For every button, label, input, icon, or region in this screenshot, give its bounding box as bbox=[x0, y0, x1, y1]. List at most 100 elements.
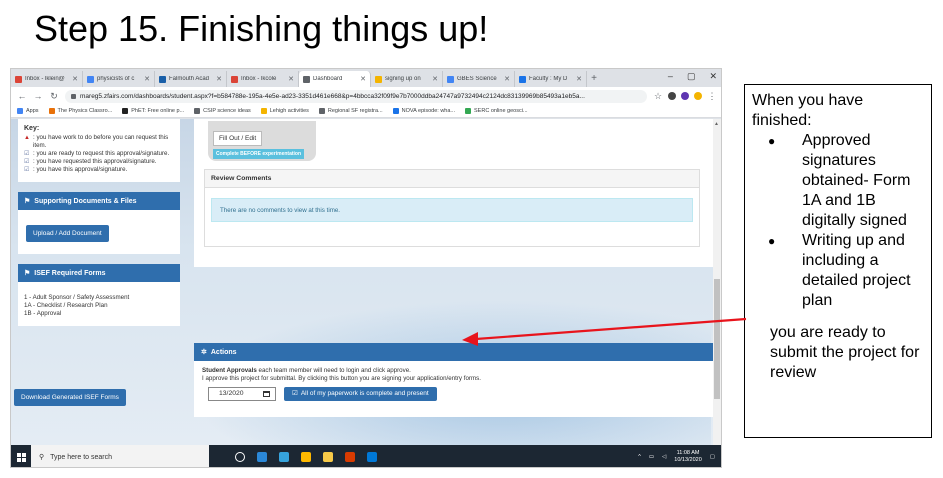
taskbar-app-icon[interactable] bbox=[235, 452, 245, 462]
close-window-icon[interactable]: ✕ bbox=[709, 71, 717, 82]
tab-label: Inbox - lklein@ bbox=[25, 76, 65, 82]
lock-icon bbox=[71, 93, 76, 99]
volume-icon[interactable]: ◁ bbox=[662, 454, 666, 460]
taskbar-app-icon[interactable] bbox=[257, 452, 267, 462]
taskbar-app-icon[interactable] bbox=[323, 452, 333, 462]
checkbox-icon: ☑ bbox=[24, 167, 30, 173]
taskbar-app-icon[interactable] bbox=[367, 452, 377, 462]
review-comments-empty: There are no comments to view at this ti… bbox=[211, 198, 693, 222]
forms-card: Fill Out / Edit Complete BEFORE experime… bbox=[194, 119, 716, 267]
network-icon[interactable]: ▭ bbox=[649, 454, 654, 460]
notifications-icon[interactable]: ▢ bbox=[710, 454, 715, 460]
paperwork-complete-button[interactable]: ☑ All of my paperwork is complete and pre… bbox=[284, 387, 437, 401]
fill-out-edit-button[interactable]: Fill Out / Edit bbox=[213, 131, 263, 146]
tab-close-icon[interactable]: ✕ bbox=[216, 75, 222, 83]
tray-chevron-icon[interactable]: ^ bbox=[638, 454, 641, 460]
isef-form-item[interactable]: 1 - Adult Sponsor / Safety Assessment bbox=[24, 294, 174, 302]
browser-tab[interactable]: signing up on ✕ bbox=[371, 71, 443, 87]
new-tab-button[interactable]: + bbox=[587, 71, 601, 87]
url-text: mareg5.zfairs.com/dashboards/student.asp… bbox=[80, 92, 585, 100]
menu-icon[interactable]: ⋮ bbox=[707, 91, 717, 102]
extension-icons: ☆ ⋮ bbox=[653, 91, 717, 102]
bookmark-label: Lehigh activities bbox=[269, 108, 309, 114]
calendar-icon[interactable] bbox=[263, 391, 270, 397]
browser-tab[interactable]: Inbox - lklein@ ✕ bbox=[11, 71, 83, 87]
star-icon[interactable]: ☆ bbox=[653, 91, 663, 102]
tab-close-icon[interactable]: ✕ bbox=[504, 75, 510, 83]
right-column: Fill Out / Edit Complete BEFORE experime… bbox=[194, 119, 716, 417]
supporting-docs-title: Supporting Documents & Files bbox=[34, 197, 137, 205]
isef-form-item[interactable]: 1B - Approval bbox=[24, 310, 174, 318]
complete-before-badge: Complete BEFORE experimentation bbox=[213, 149, 305, 159]
scrollbar-thumb[interactable] bbox=[714, 279, 720, 399]
browser-tab[interactable]: Inbox - lkcole ✕ bbox=[227, 71, 299, 87]
review-comments: Review Comments There are no comments to… bbox=[204, 169, 700, 247]
bookmark-item[interactable]: Regional SF registra... bbox=[318, 108, 383, 114]
callout-bullet: Writing up and including a detailed proj… bbox=[752, 231, 925, 311]
tab-strip: Inbox - lklein@ ✕ physicists of c ✕ Falmouth… bbox=[11, 69, 721, 87]
tab-close-icon[interactable]: ✕ bbox=[144, 75, 150, 83]
bookmark-favicon-icon bbox=[17, 108, 23, 114]
edit-icon: ☑ bbox=[24, 151, 30, 157]
browser-tab[interactable]: Dashboard ✕ bbox=[299, 71, 371, 87]
key-box: Key: ▲: you have work to do before you c… bbox=[18, 119, 180, 182]
url-input[interactable]: mareg5.zfairs.com/dashboards/student.asp… bbox=[65, 89, 647, 103]
tab-label: Inbox - lkcole bbox=[241, 76, 277, 82]
bookmark-item[interactable]: PhET: Free online p... bbox=[122, 108, 184, 114]
fill-out-card: Fill Out / Edit Complete BEFORE experime… bbox=[208, 121, 316, 161]
bookmark-item[interactable]: Lehigh activities bbox=[260, 108, 309, 114]
address-bar: ← → ↻ mareg5.zfairs.com/dashboards/stude… bbox=[11, 87, 721, 105]
bookmark-item[interactable]: NOVA episode: wha... bbox=[392, 108, 455, 114]
taskbar-app-icon[interactable] bbox=[345, 452, 355, 462]
clock-date: 10/13/2020 bbox=[674, 457, 702, 463]
tab-close-icon[interactable]: ✕ bbox=[576, 75, 582, 83]
browser-tab[interactable]: GBES Science ✕ bbox=[443, 71, 515, 87]
windows-start-button[interactable] bbox=[11, 445, 31, 467]
page-scrollbar[interactable]: ▲ bbox=[713, 119, 721, 445]
dashboard-page: Key: ▲: you have work to do before you c… bbox=[11, 119, 721, 445]
tab-label: signing up on bbox=[385, 76, 421, 82]
system-tray: ^ ▭ ◁ 11:08 AM 10/13/2020 ▢ bbox=[638, 450, 721, 464]
supporting-docs-body: Upload / Add Document bbox=[18, 210, 180, 254]
supporting-docs-panel: ⚑ Supporting Documents & Files Upload / A… bbox=[18, 192, 180, 254]
approval-row: 13/2020 ☑ All of my paperwork is complete… bbox=[208, 387, 708, 401]
download-isef-forms-button[interactable]: Download Generated ISEF Forms bbox=[14, 389, 126, 406]
callout-intro: When you have finished: bbox=[752, 92, 864, 129]
maximize-icon[interactable]: ▢ bbox=[687, 71, 696, 82]
bookmark-label: Regional SF registra... bbox=[327, 108, 383, 114]
key-item-text: : you are ready to request this approval… bbox=[33, 150, 170, 157]
tab-close-icon[interactable]: ✕ bbox=[288, 75, 294, 83]
back-icon[interactable]: ← bbox=[17, 91, 27, 101]
tab-label: Dashboard bbox=[313, 76, 343, 82]
taskbar-search[interactable]: ⚲ Type here to search bbox=[31, 445, 209, 467]
forward-icon[interactable]: → bbox=[33, 91, 43, 101]
bookmark-favicon-icon bbox=[194, 108, 201, 114]
profile-avatar[interactable] bbox=[681, 92, 689, 100]
tab-close-icon[interactable]: ✕ bbox=[432, 75, 438, 83]
bookmark-item[interactable]: The Physics Classro... bbox=[48, 108, 112, 114]
extension-icon[interactable] bbox=[694, 92, 702, 100]
isef-form-item[interactable]: 1A - Checklist / Research Plan bbox=[24, 302, 174, 310]
reload-icon[interactable]: ↻ bbox=[49, 91, 59, 102]
bookmark-item[interactable]: SERC online geosci... bbox=[465, 108, 528, 114]
callout-bullets: Approved signatures obtained- Form 1A an… bbox=[752, 131, 925, 311]
taskbar-clock[interactable]: 11:08 AM 10/13/2020 bbox=[674, 450, 702, 464]
scroll-up-icon[interactable]: ▲ bbox=[714, 121, 719, 127]
tab-close-icon[interactable]: ✕ bbox=[360, 75, 366, 83]
browser-tab[interactable]: Faculty : My D ✕ bbox=[515, 71, 587, 87]
tab-close-icon[interactable]: ✕ bbox=[72, 75, 78, 83]
bookmark-item[interactable]: CSIP science ideas bbox=[194, 108, 251, 114]
bookmark-item[interactable]: Apps bbox=[17, 108, 39, 114]
taskbar-app-icon[interactable] bbox=[279, 452, 289, 462]
minimize-icon[interactable]: – bbox=[668, 71, 673, 82]
key-item: ☑: you have this approval/signature. bbox=[24, 166, 174, 174]
upload-document-button[interactable]: Upload / Add Document bbox=[26, 225, 109, 242]
search-icon: ⚲ bbox=[39, 454, 45, 461]
paperwork-complete-label: All of my paperwork is complete and pres… bbox=[300, 390, 429, 397]
browser-screenshot: Inbox - lklein@ ✕ physicists of c ✕ Falmouth… bbox=[10, 68, 722, 468]
extensions-icon[interactable] bbox=[668, 92, 676, 100]
browser-tab[interactable]: Falmouth Acad ✕ bbox=[155, 71, 227, 87]
taskbar-app-icon[interactable] bbox=[301, 452, 311, 462]
browser-tab[interactable]: physicists of c ✕ bbox=[83, 71, 155, 87]
date-input[interactable]: 13/2020 bbox=[208, 387, 276, 401]
